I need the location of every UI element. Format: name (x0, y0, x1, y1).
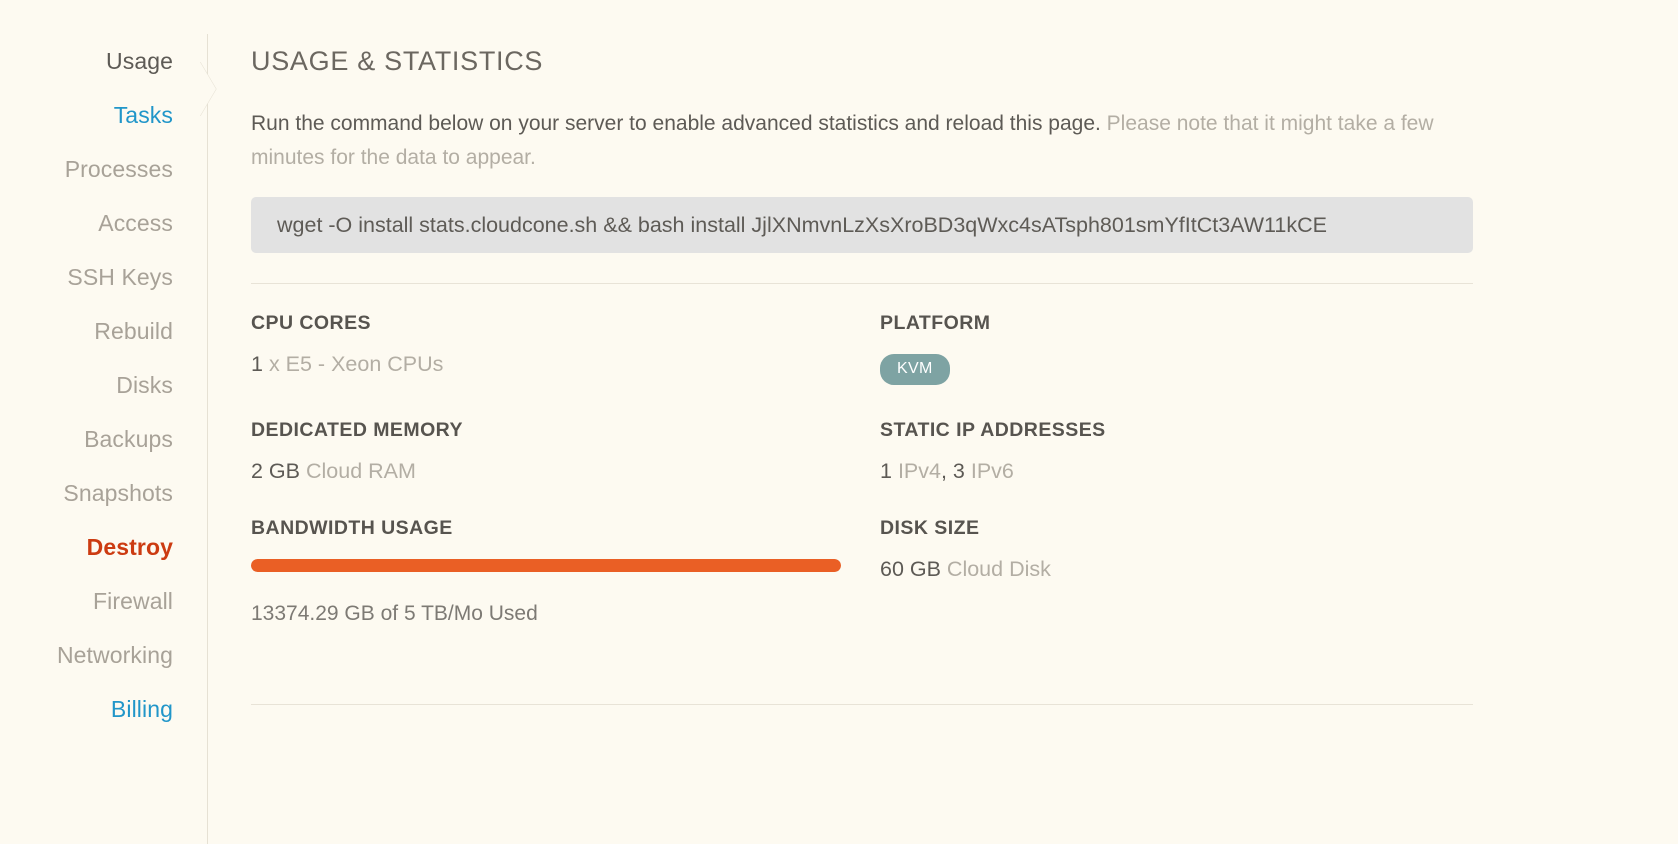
main-content: USAGE & STATISTICS Run the command below… (208, 0, 1678, 844)
sidebar-item-billing[interactable]: Billing (0, 682, 208, 736)
install-command-field[interactable]: wget -O install stats.cloudcone.sh && ba… (251, 197, 1473, 254)
ipv6-count: 3 (952, 459, 965, 484)
sidebar-item-label: Usage (106, 48, 173, 74)
sidebar-item-label: Rebuild (94, 318, 173, 344)
sidebar-item-access[interactable]: Access (0, 196, 208, 250)
sidebar-item-tasks[interactable]: Tasks (0, 88, 208, 142)
stats-grid: CPU CORES 1 x E5 - Xeon CPUs PLATFORM KV… (251, 312, 1473, 660)
bandwidth-progress-track (251, 558, 841, 572)
sidebar-item-ssh-keys[interactable]: SSH Keys (0, 250, 208, 304)
disk-size-suffix: Cloud Disk (940, 556, 1051, 581)
sidebar-item-label: Destroy (86, 534, 173, 560)
intro-primary-text: Run the command below on your server to … (251, 112, 1101, 135)
ip-separator: , (940, 459, 953, 484)
sidebar-item-backups[interactable]: Backups (0, 412, 208, 466)
sidebar-item-processes[interactable]: Processes (0, 142, 208, 196)
stat-platform: PLATFORM KVM (880, 312, 1473, 419)
sidebar-divider (207, 34, 208, 844)
disk-size-amount: 60 GB (880, 556, 941, 581)
sidebar-item-snapshots[interactable]: Snapshots (0, 466, 208, 520)
sidebar-item-label: Disks (116, 372, 173, 398)
stat-value: 2 GB Cloud RAM (251, 459, 880, 484)
ipv6-label: IPv6 (964, 459, 1014, 484)
sidebar-item-list: Usage Tasks Processes Access SSH Keys Re… (0, 34, 208, 736)
sidebar-item-label: Networking (56, 642, 173, 668)
bandwidth-progress-fill (251, 558, 841, 572)
sidebar-item-networking[interactable]: Networking (0, 628, 208, 682)
sidebar-item-usage[interactable]: Usage (0, 34, 208, 88)
stat-value: 60 GB Cloud Disk (880, 556, 1473, 581)
stat-value: KVM (880, 354, 1473, 386)
sidebar-item-label: Processes (64, 156, 173, 182)
stat-label: STATIC IP ADDRESSES (880, 419, 1106, 442)
usage-statistics-page: Usage Tasks Processes Access SSH Keys Re… (0, 0, 1678, 844)
ipv4-label: IPv4 (891, 459, 941, 484)
sidebar-item-label: Backups (84, 426, 173, 452)
memory-suffix: Cloud RAM (300, 459, 416, 484)
cpu-cores-count: 1 (251, 352, 263, 377)
sidebar-item-label: Billing (110, 696, 173, 722)
sidebar-item-destroy[interactable]: Destroy (0, 520, 208, 574)
stat-label: PLATFORM (880, 312, 991, 335)
sidebar-item-label: Access (98, 210, 173, 236)
stat-dedicated-memory: DEDICATED MEMORY 2 GB Cloud RAM (251, 419, 880, 517)
ipv4-count: 1 (880, 459, 892, 484)
sidebar-nav: Usage Tasks Processes Access SSH Keys Re… (0, 0, 217, 844)
stat-bandwidth-usage: BANDWIDTH USAGE 13374.29 GB of 5 TB/Mo U… (251, 517, 880, 660)
status-badge: KVM (880, 354, 950, 386)
stat-value: 1 IPv4, 3 IPv6 (880, 459, 1473, 484)
stat-label: BANDWIDTH USAGE (251, 516, 453, 539)
intro-paragraph: Run the command below on your server to … (251, 107, 1466, 175)
page-title: USAGE & STATISTICS (251, 46, 544, 76)
section-divider-bottom (251, 703, 1473, 705)
sidebar-item-firewall[interactable]: Firewall (0, 574, 208, 628)
sidebar-active-notch-fill (200, 62, 216, 116)
stat-disk-size: DISK SIZE 60 GB Cloud Disk (880, 517, 1473, 660)
cpu-cores-suffix: x E5 - Xeon CPUs (262, 352, 444, 377)
memory-amount: 2 GB (251, 459, 300, 484)
sidebar-item-label: SSH Keys (67, 264, 173, 290)
sidebar-item-label: Tasks (113, 102, 173, 128)
stat-value: 1 x E5 - Xeon CPUs (251, 352, 880, 377)
section-divider-top (251, 283, 1473, 285)
sidebar-item-label: Firewall (92, 588, 173, 614)
stat-label: DEDICATED MEMORY (251, 419, 463, 442)
stat-static-ip-addresses: STATIC IP ADDRESSES 1 IPv4, 3 IPv6 (880, 419, 1473, 517)
sidebar-item-rebuild[interactable]: Rebuild (0, 304, 208, 358)
stat-label: CPU CORES (251, 312, 371, 335)
sidebar-item-disks[interactable]: Disks (0, 358, 208, 412)
stat-label: DISK SIZE (880, 516, 980, 539)
bandwidth-caption: 13374.29 GB of 5 TB/Mo Used (251, 601, 538, 625)
stat-cpu-cores: CPU CORES 1 x E5 - Xeon CPUs (251, 312, 880, 419)
sidebar-item-label: Snapshots (63, 480, 173, 506)
